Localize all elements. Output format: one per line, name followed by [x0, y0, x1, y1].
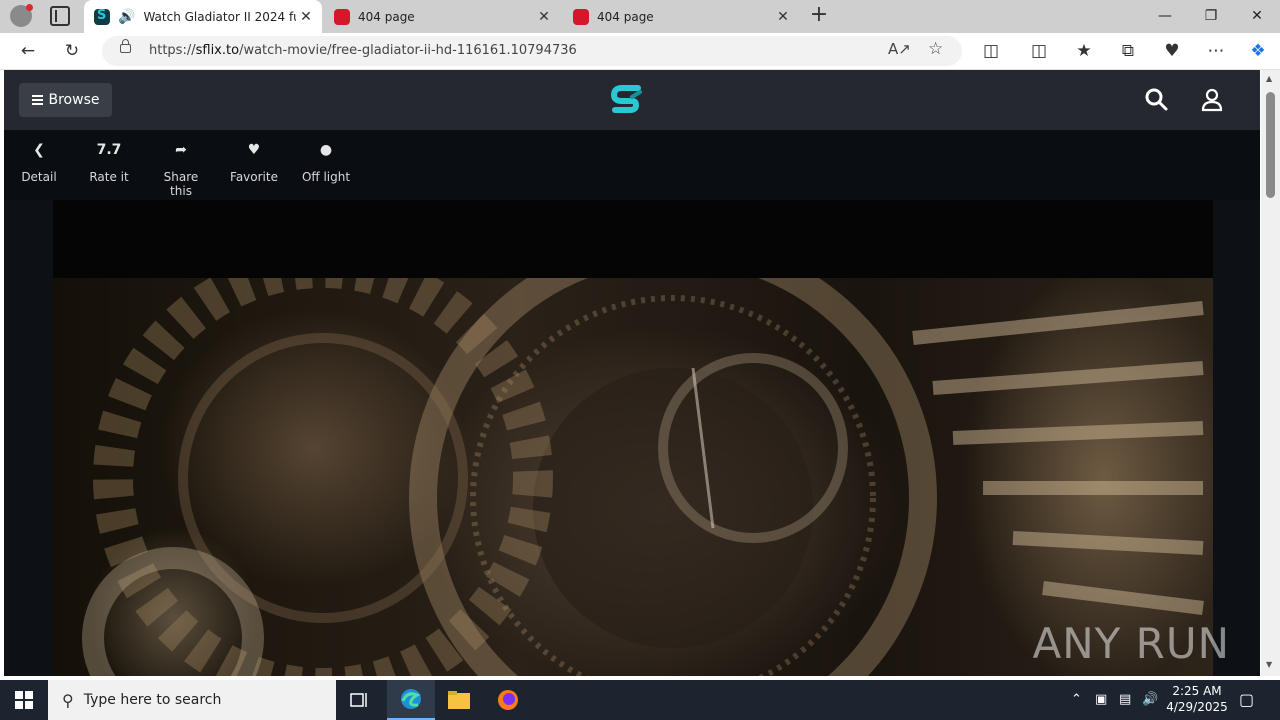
- volume-icon[interactable]: 🔊: [1142, 692, 1158, 707]
- windows-logo-icon: [15, 691, 33, 709]
- copilot-icon[interactable]: ❖: [1244, 38, 1272, 64]
- extensions-icon[interactable]: ◫: [977, 38, 1005, 64]
- sflix-logo[interactable]: [610, 83, 644, 117]
- search-icon[interactable]: [1144, 87, 1170, 113]
- detail-button[interactable]: ❮ Detail: [18, 130, 60, 200]
- profile-avatar-icon[interactable]: [10, 4, 33, 27]
- site-header: Browse: [4, 70, 1260, 130]
- video-frame[interactable]: [53, 278, 1213, 676]
- favorite-button[interactable]: ♥ Favorite: [228, 130, 280, 200]
- rate-button[interactable]: 7.7 Rate it: [84, 130, 134, 200]
- favorites-icon[interactable]: ★: [1070, 38, 1098, 64]
- video-player[interactable]: [53, 200, 1213, 676]
- speaker-icon[interactable]: 🔊: [118, 9, 135, 25]
- tab-strip: 🔊 Watch Gladiator II 2024 full HD on SFl…: [0, 0, 1280, 33]
- browser-window: 🔊 Watch Gladiator II 2024 full HD on SFl…: [0, 0, 1280, 680]
- split-screen-icon[interactable]: ◫: [1025, 38, 1053, 64]
- new-tab-button[interactable]: +: [808, 3, 830, 29]
- firefox-icon[interactable]: [484, 680, 532, 720]
- detail-label: Detail: [21, 170, 57, 184]
- more-menu-icon[interactable]: ⋯: [1202, 38, 1230, 64]
- page-viewport: Browse ❮ Detail 7.7 Rate it ➦ Share this…: [4, 70, 1260, 676]
- network-icon[interactable]: ▤: [1119, 692, 1131, 707]
- start-button[interactable]: [0, 680, 48, 720]
- address-toolbar: ← ↻ https://sflix.to/watch-movie/free-gl…: [0, 33, 1280, 70]
- favorite-star-icon[interactable]: ☆: [928, 39, 943, 59]
- browse-label: Browse: [48, 92, 100, 108]
- tab-gladiator[interactable]: 🔊 Watch Gladiator II 2024 full HD on SFl…: [84, 0, 322, 33]
- heart-icon: ♥: [247, 142, 261, 158]
- hamburger-icon: [31, 95, 43, 105]
- taskbar-clock[interactable]: 2:25 AM 4/29/2025: [1162, 683, 1232, 715]
- task-view-icon[interactable]: [336, 680, 384, 720]
- address-bar[interactable]: https://sflix.to/watch-movie/free-gladia…: [102, 36, 962, 66]
- rate-label: Rate it: [89, 170, 129, 184]
- scroll-up-icon[interactable]: ▲: [1266, 74, 1272, 83]
- search-placeholder: Type here to search: [83, 692, 222, 708]
- tray-chevron-icon[interactable]: ⌃: [1071, 692, 1082, 707]
- 404-favicon-icon: [334, 8, 350, 25]
- off-light-label: Off light: [301, 170, 351, 184]
- url-text[interactable]: https://sflix.to/watch-movie/free-gladia…: [149, 43, 577, 58]
- edge-taskbar-icon[interactable]: [387, 680, 435, 720]
- minimize-button[interactable]: —: [1142, 0, 1188, 33]
- favorite-label: Favorite: [230, 170, 278, 184]
- lightbulb-icon: ●: [319, 142, 333, 158]
- tab-actions-icon[interactable]: [50, 6, 70, 26]
- windows-taskbar: ⚲ Type here to search ⌃ ▣ ▤ 🔊 2:25 AM 4/…: [0, 680, 1280, 720]
- browser-essentials-icon[interactable]: ♥: [1158, 38, 1186, 64]
- collections-icon[interactable]: ⧉: [1114, 38, 1142, 64]
- movie-action-bar: ❮ Detail 7.7 Rate it ➦ Share this ♥ Favo…: [4, 130, 1260, 200]
- refresh-button[interactable]: ↻: [58, 38, 86, 64]
- close-tab-icon[interactable]: ✕: [773, 9, 793, 25]
- scroll-down-icon[interactable]: ▼: [1266, 660, 1272, 669]
- notifications-icon[interactable]: ▢: [1239, 690, 1254, 709]
- close-tab-icon[interactable]: ✕: [534, 9, 554, 25]
- page-scrollbar[interactable]: ▲ ▼: [1261, 70, 1280, 676]
- tab-404-2[interactable]: 404 page ✕: [563, 0, 799, 33]
- off-light-button[interactable]: ● Off light: [298, 130, 354, 200]
- url-path: /watch-movie/free-gladiator-ii-hd-116161…: [239, 43, 577, 58]
- search-icon: ⚲: [62, 690, 74, 710]
- share-button[interactable]: ➦ Share this: [152, 130, 210, 200]
- user-icon[interactable]: [1199, 87, 1225, 113]
- taskbar-search[interactable]: ⚲ Type here to search: [48, 680, 336, 720]
- browse-button[interactable]: Browse: [19, 83, 112, 117]
- sflix-favicon-icon: [94, 8, 110, 25]
- chevron-left-icon: ❮: [33, 142, 45, 158]
- tab-title: 404 page: [597, 9, 654, 24]
- tab-title: 404 page: [358, 9, 415, 24]
- tab-title: Watch Gladiator II 2024 full HD on SFlix…: [143, 9, 296, 24]
- clock-date: 4/29/2025: [1166, 700, 1228, 714]
- restore-button[interactable]: ❐: [1188, 0, 1234, 33]
- close-tab-icon[interactable]: ✕: [296, 9, 316, 25]
- read-aloud-icon[interactable]: A↗: [888, 40, 911, 58]
- url-scheme: https://: [149, 43, 196, 58]
- meet-now-icon[interactable]: ▣: [1095, 692, 1107, 707]
- gears-artwork: [82, 278, 1204, 676]
- close-window-button[interactable]: ✕: [1234, 0, 1280, 33]
- tab-404-1[interactable]: 404 page ✕: [324, 0, 560, 33]
- back-button[interactable]: ←: [14, 38, 42, 64]
- scroll-thumb[interactable]: [1266, 92, 1275, 198]
- share-icon: ➦: [175, 142, 187, 158]
- clock-time: 2:25 AM: [1172, 684, 1222, 698]
- lock-icon[interactable]: [120, 39, 131, 53]
- anyrun-watermark: ANY RUN: [1032, 619, 1230, 668]
- rating-value: 7.7: [96, 142, 122, 158]
- file-explorer-icon[interactable]: [435, 680, 483, 720]
- 404-favicon-icon: [573, 8, 589, 25]
- url-host: sflix.to: [195, 43, 240, 58]
- share-label: Share this: [163, 170, 199, 198]
